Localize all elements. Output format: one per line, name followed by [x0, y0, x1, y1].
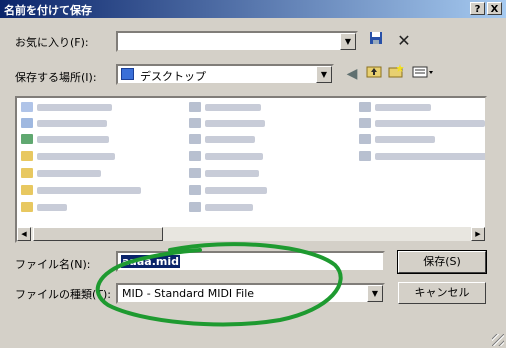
save-as-dialog: 名前を付けて保存 ? X お気に入り(F): ▼ ✕ 保存する場所(I): デス… [0, 0, 506, 348]
resize-grip[interactable] [492, 334, 504, 346]
annotation-circle [95, 242, 343, 327]
